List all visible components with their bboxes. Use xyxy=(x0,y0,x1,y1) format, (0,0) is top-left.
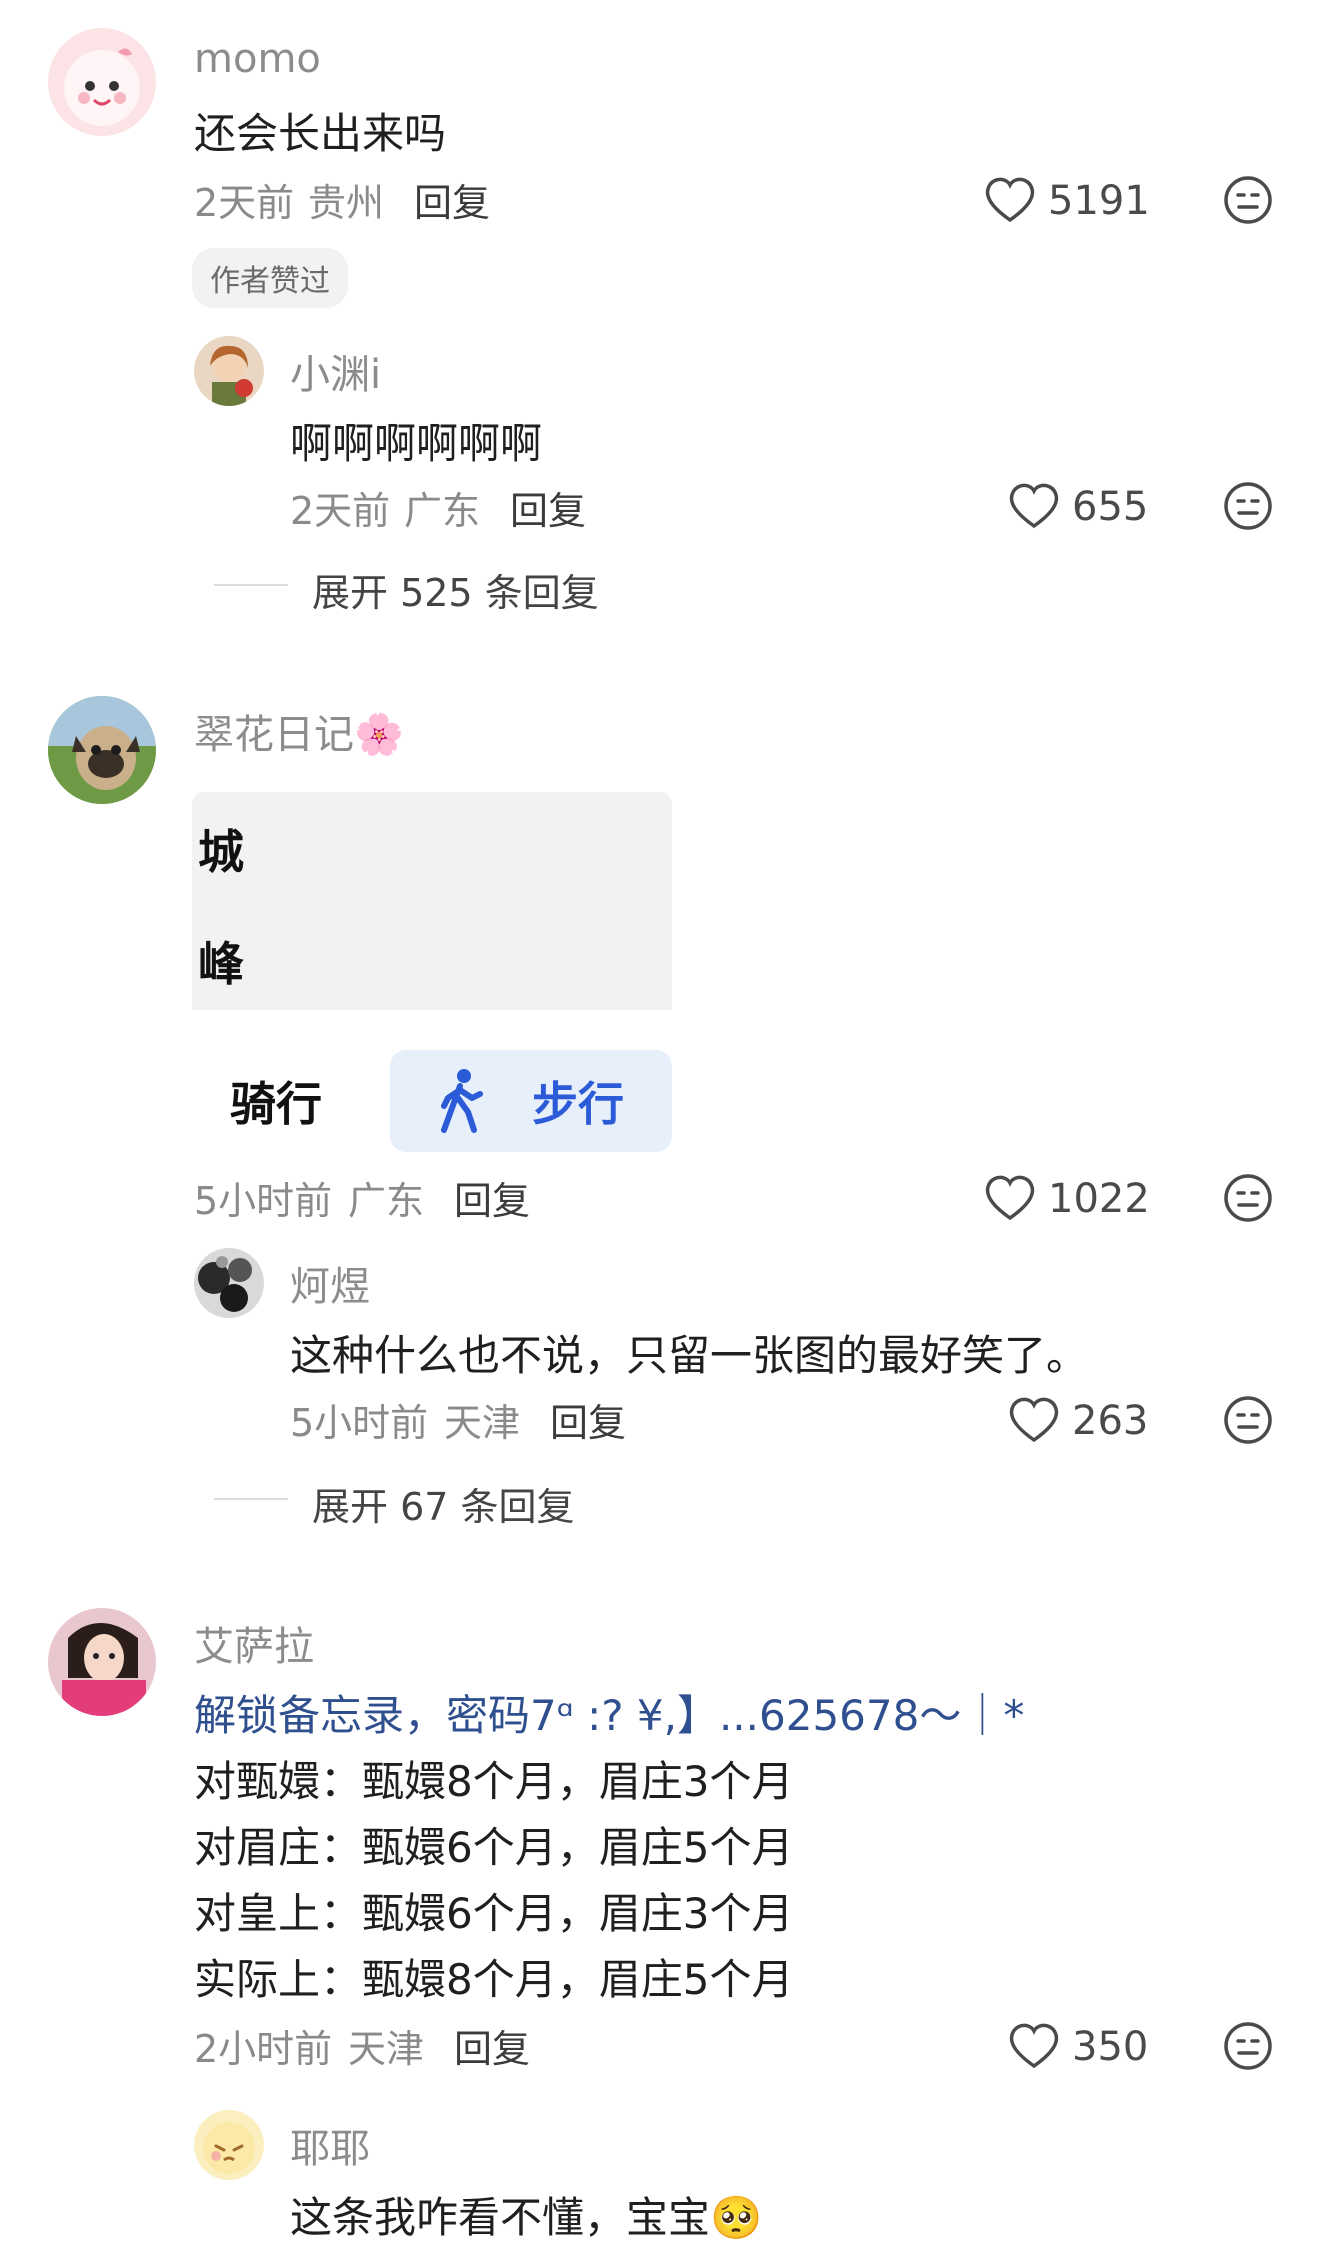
comment-location: 贵州 xyxy=(308,181,385,225)
avatar[interactable] xyxy=(194,1248,264,1318)
like-count: 263 xyxy=(1072,1398,1149,1444)
comment-username[interactable]: momo xyxy=(194,36,321,82)
dislike-face-icon[interactable] xyxy=(1222,1172,1274,1224)
comment-link-line[interactable]: 解锁备忘录，密码7ᵅ :? ¥,】...625678～｜* xyxy=(194,1682,1024,1743)
heart-icon[interactable] xyxy=(984,176,1036,224)
avatar[interactable] xyxy=(194,2110,264,2180)
comment-location: 天津 xyxy=(348,2027,425,2071)
avatar[interactable] xyxy=(194,336,264,406)
comment-text-line: 对皇上：甄嬛6个月，眉庄3个月 xyxy=(194,1889,794,1938)
reply-location: 天津 xyxy=(444,1401,521,1445)
comment-username[interactable]: 翠花日记🌸 xyxy=(194,702,404,760)
dislike-face-icon[interactable] xyxy=(1222,480,1274,532)
heart-icon[interactable] xyxy=(1008,1396,1060,1444)
comment-text-line: 对眉庄：甄嬛6个月，眉庄5个月 xyxy=(194,1823,794,1872)
reply-username[interactable]: 小渊i xyxy=(290,342,381,400)
like-count: 1022 xyxy=(1048,1176,1150,1222)
comment-text-line: 实际上：甄嬛8个月，眉庄5个月 xyxy=(194,1955,794,2004)
expand-replies-button[interactable]: 展开 67 条回复 xyxy=(312,1476,575,1531)
avatar[interactable] xyxy=(48,28,156,136)
reply-button[interactable]: 回复 xyxy=(454,1170,530,1225)
like-count: 655 xyxy=(1072,484,1149,530)
dislike-face-icon[interactable] xyxy=(1222,174,1274,226)
avatar[interactable] xyxy=(48,696,156,804)
reply-button[interactable]: 回复 xyxy=(550,1392,626,1447)
divider xyxy=(214,1498,288,1500)
dislike-face-icon[interactable] xyxy=(1222,1394,1274,1446)
author-liked-badge: 作者赞过 xyxy=(192,248,348,308)
walk-icon xyxy=(438,1068,484,1138)
reply-text: 啊啊啊啊啊啊 xyxy=(290,419,543,468)
mode-ride: 骑行 xyxy=(230,1077,322,1131)
reply-location: 广东 xyxy=(404,489,481,533)
route-line-2: 峰 xyxy=(198,937,244,991)
like-count: 5191 xyxy=(1048,178,1150,224)
comment-username[interactable]: 艾萨拉 xyxy=(194,1614,314,1672)
heart-icon[interactable] xyxy=(1008,482,1060,530)
reply-button[interactable]: 回复 xyxy=(454,2018,530,2073)
comment-location: 广东 xyxy=(348,1179,425,1223)
mode-walk: 步行 xyxy=(532,1077,624,1131)
dislike-face-icon[interactable] xyxy=(1222,2020,1274,2072)
reply-username[interactable]: 炣煜 xyxy=(290,1254,370,1312)
route-line-1: 城 xyxy=(198,825,244,879)
comment-text-line: 对甄嬛：甄嬛8个月，眉庄3个月 xyxy=(194,1757,794,1806)
expand-replies-button[interactable]: 展开 525 条回复 xyxy=(312,562,599,617)
comment-time: 2小时前 xyxy=(194,2027,333,2071)
comment-time: 5小时前 xyxy=(194,1179,333,1223)
like-count: 350 xyxy=(1072,2024,1149,2070)
comment-image[interactable]: 城 峰 骑行 步行 xyxy=(192,792,672,1152)
heart-icon[interactable] xyxy=(984,1174,1036,1222)
reply-time: 5小时前 xyxy=(290,1401,429,1445)
reply-username[interactable]: 耶耶 xyxy=(290,2116,370,2174)
reply-time: 2天前 xyxy=(290,489,391,533)
mode-walk-pill xyxy=(390,1050,672,1152)
avatar[interactable] xyxy=(48,1608,156,1716)
reply-text: 这种什么也不说，只留一张图的最好笑了。 xyxy=(290,1331,1089,1380)
comment-text: 还会长出来吗 xyxy=(194,109,447,158)
map-route-panel xyxy=(192,792,672,1010)
reply-button[interactable]: 回复 xyxy=(414,172,490,227)
reply-text: 这条我咋看不懂，宝宝🥺 xyxy=(290,2193,763,2242)
comment-time: 2天前 xyxy=(194,181,295,225)
heart-icon[interactable] xyxy=(1008,2022,1060,2070)
divider xyxy=(214,584,288,586)
reply-button[interactable]: 回复 xyxy=(510,480,586,535)
